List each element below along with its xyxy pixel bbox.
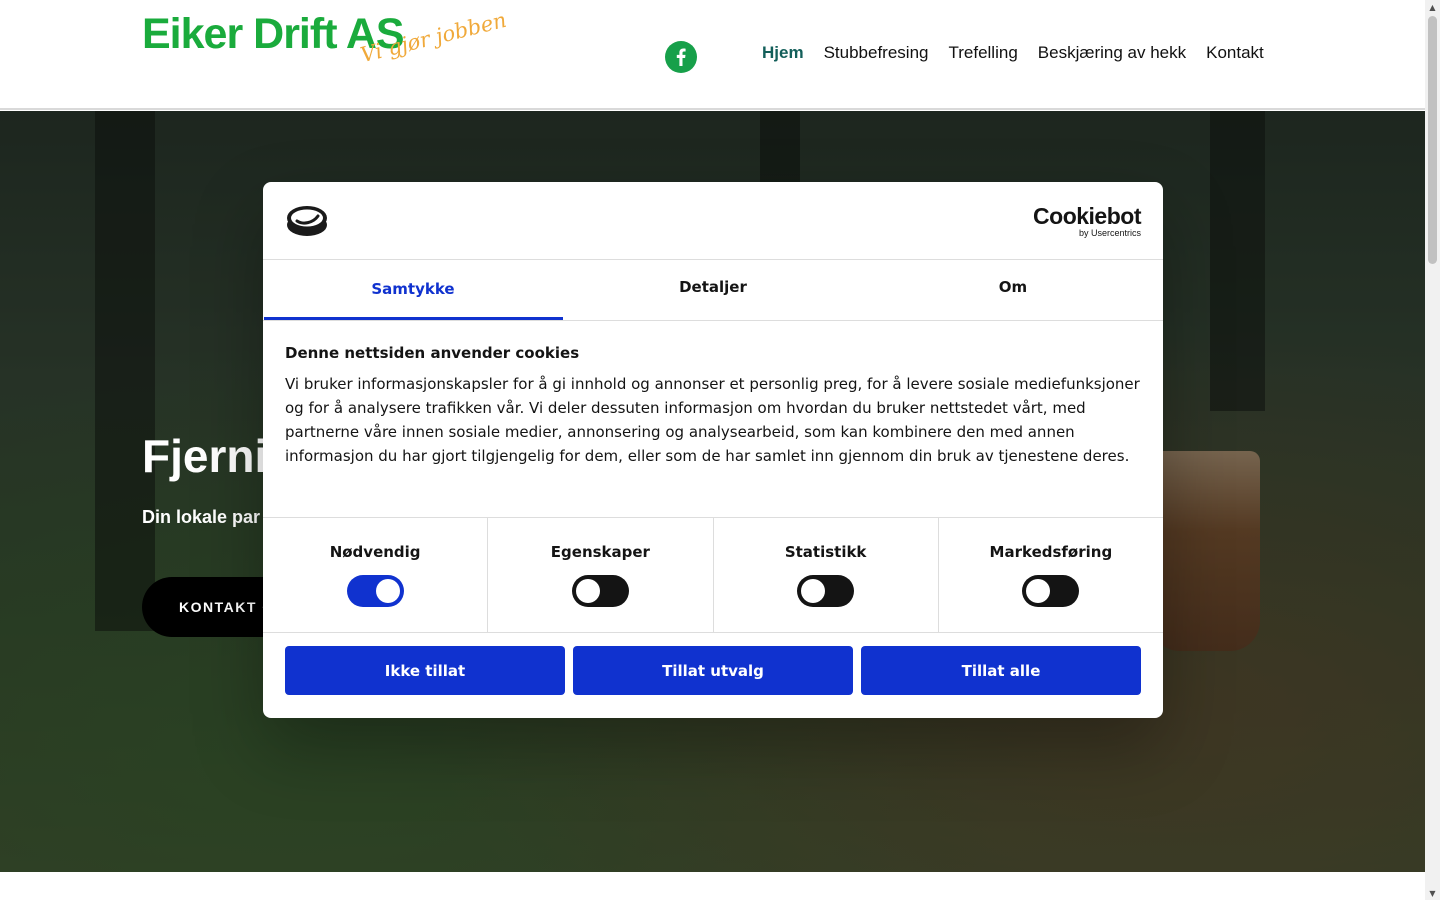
toggle-group-necessary: Nødvendig [263, 518, 489, 632]
toggle-label: Nødvendig [329, 543, 421, 561]
tab-samtykke[interactable]: Samtykke [263, 260, 563, 320]
statistics-toggle[interactable] [797, 575, 855, 607]
preferences-toggle[interactable] [571, 575, 629, 607]
cookie-consent-dialog: Cookiebot by Usercentrics Samtykke Detal… [263, 182, 1163, 718]
dialog-body: Denne nettsiden anvender cookies Vi bruk… [285, 344, 1141, 468]
dialog-description: Vi bruker informasjonskapsler for å gi i… [285, 375, 1140, 465]
nav-item-beskjaering[interactable]: Beskjæring av hekk [1028, 43, 1196, 63]
toggle-label: Markedsføring [989, 543, 1113, 561]
toggle-group-statistics: Statistikk [714, 518, 939, 632]
toggle-group-preferences: Egenskaper [488, 518, 714, 632]
page-scrollbar[interactable]: ▲ ▼ [1425, 0, 1440, 900]
tab-om[interactable]: Om [863, 260, 1163, 320]
dialog-buttons: Ikke tillat Tillat utvalg Tillat alle [285, 646, 1141, 695]
nav-item-kontakt[interactable]: Kontakt [1196, 43, 1274, 63]
site-logo[interactable]: Eiker Drift AS Vi gjør jobben [142, 8, 512, 100]
scroll-down-arrow-icon[interactable]: ▼ [1425, 886, 1440, 900]
allow-selection-button[interactable]: Tillat utvalg [573, 646, 853, 695]
main-nav: Hjem Stubbefresing Trefelling Beskjæring… [752, 43, 1274, 63]
tab-detaljer[interactable]: Detaljer [563, 260, 863, 320]
hero-subtitle: Din lokale par [142, 507, 261, 527]
dialog-header: Cookiebot by Usercentrics [263, 182, 1163, 260]
brand-name: Cookiebot [1033, 203, 1141, 229]
toggle-label: Statistikk [784, 543, 867, 561]
brand-by: by Usercentrics [1078, 228, 1141, 238]
cookiebot-brand[interactable]: Cookiebot by Usercentrics [1033, 204, 1141, 238]
dialog-tabs: Samtykke Detaljer Om [263, 260, 1163, 321]
nav-item-trefelling[interactable]: Trefelling [938, 43, 1027, 63]
consent-toggles: Nødvendig Egenskaper Statistikk Markedsf… [263, 517, 1163, 633]
deny-button[interactable]: Ikke tillat [285, 646, 565, 695]
nav-item-stubbefresing[interactable]: Stubbefresing [814, 43, 939, 63]
marketing-toggle[interactable] [1022, 575, 1080, 607]
scroll-thumb[interactable] [1428, 16, 1437, 264]
necessary-toggle[interactable] [346, 575, 404, 607]
dialog-heading: Denne nettsiden anvender cookies [285, 344, 580, 362]
allow-all-button[interactable]: Tillat alle [861, 646, 1141, 695]
nav-item-hjem[interactable]: Hjem [752, 43, 814, 63]
site-header: Eiker Drift AS Vi gjør jobben Hjem Stubb… [0, 0, 1425, 110]
cookiebot-logo-icon [285, 203, 329, 243]
hero-title: Fjerni [142, 430, 268, 482]
toggle-group-marketing: Markedsføring [939, 518, 1163, 632]
facebook-icon[interactable] [665, 41, 697, 73]
toggle-label: Egenskaper [550, 543, 650, 561]
scroll-up-arrow-icon[interactable]: ▲ [1425, 0, 1440, 14]
